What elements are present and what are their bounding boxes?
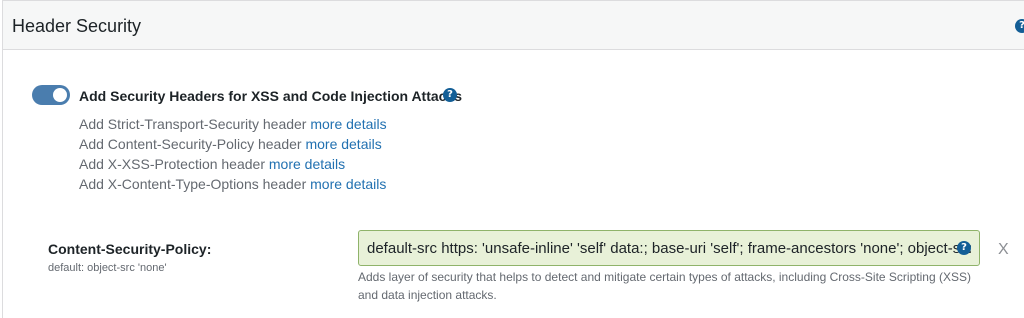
more-details-link[interactable]: more details [310, 176, 386, 192]
header-item-text: Add Content-Security-Policy header [79, 136, 302, 152]
csp-description: Adds layer of security that helps to det… [358, 270, 971, 302]
csp-label: Content-Security-Policy: [48, 241, 212, 257]
panel-title: Header Security [12, 16, 142, 36]
question-circle-icon[interactable]: ? [1015, 19, 1024, 33]
list-item: Add Strict-Transport-Security header mor… [79, 114, 387, 134]
csp-input-wrapper: ? [358, 230, 980, 266]
toggle-label: Add Security Headers for XSS and Code In… [79, 88, 463, 104]
security-headers-toggle[interactable] [32, 85, 70, 105]
list-item: Add Content-Security-Policy header more … [79, 134, 387, 154]
question-circle-icon[interactable]: ? [957, 241, 971, 255]
more-details-link[interactable]: more details [305, 136, 381, 152]
header-item-text: Add Strict-Transport-Security header [79, 116, 307, 132]
panel-header: Header Security ? [3, 1, 1024, 50]
csp-input[interactable] [359, 231, 979, 265]
clear-button[interactable]: X [998, 241, 1009, 259]
question-circle-icon[interactable]: ? [443, 88, 457, 102]
header-item-text: Add X-XSS-Protection header [79, 156, 265, 172]
more-details-link[interactable]: more details [269, 156, 345, 172]
header-item-text: Add X-Content-Type-Options header [79, 176, 307, 192]
list-item: Add X-XSS-Protection header more details [79, 154, 387, 174]
header-list: Add Strict-Transport-Security header mor… [79, 114, 387, 194]
more-details-link[interactable]: more details [310, 116, 386, 132]
toggle-knob [53, 88, 67, 102]
list-item: Add X-Content-Type-Options header more d… [79, 174, 387, 194]
csp-default-value: default: object-src 'none' [48, 262, 167, 274]
